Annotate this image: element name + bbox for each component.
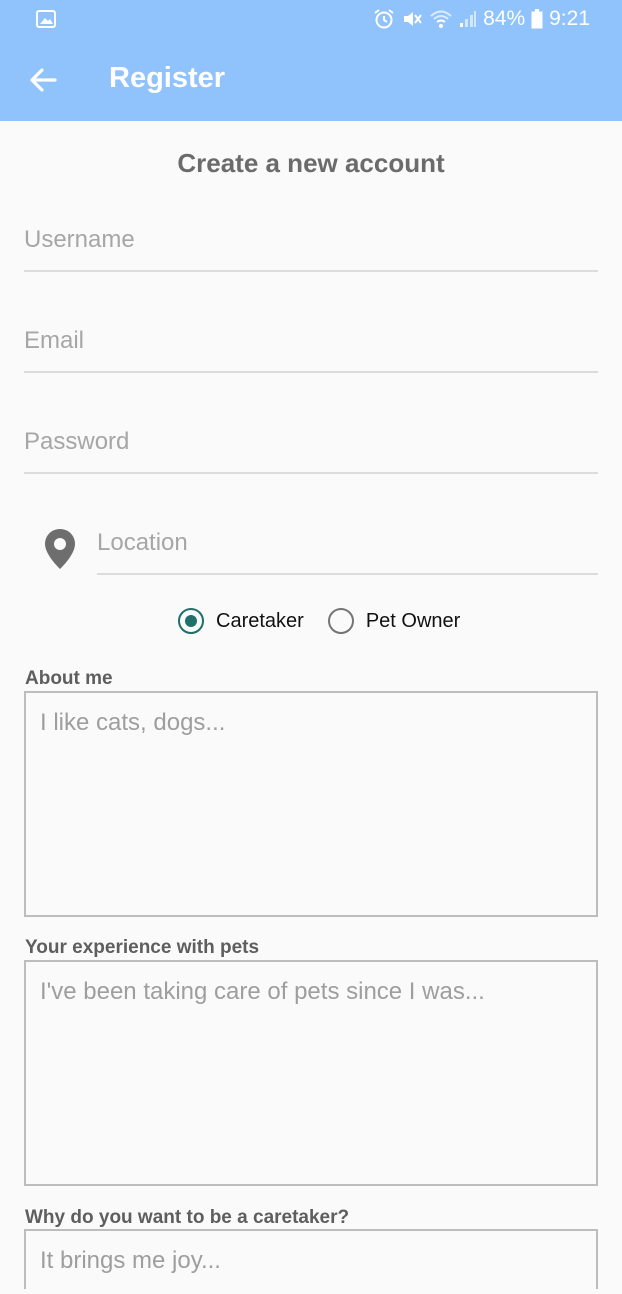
username-field — [24, 226, 598, 272]
app-bar: Register — [0, 38, 622, 121]
radio-checked-icon — [178, 608, 204, 634]
about-me-textarea[interactable] — [26, 693, 596, 915]
password-field — [24, 428, 598, 474]
wifi-icon — [429, 9, 453, 29]
pet-owner-label: Pet Owner — [365, 609, 461, 632]
caretaker-radio[interactable]: Caretaker — [178, 608, 304, 634]
location-input[interactable] — [97, 529, 598, 557]
why-caretaker-label: Why do you want to be a caretaker? — [25, 1207, 350, 1228]
page-title: Register — [109, 62, 226, 94]
pet-owner-radio[interactable]: Pet Owner — [327, 608, 461, 634]
location-pin-icon[interactable] — [43, 528, 77, 575]
mute-icon — [401, 8, 423, 30]
location-field — [97, 529, 598, 575]
clock: 9:21 — [549, 7, 590, 30]
experience-textarea[interactable] — [26, 962, 596, 1184]
battery-icon — [531, 9, 543, 29]
radio-unchecked-icon — [327, 608, 354, 634]
back-arrow-icon[interactable] — [28, 65, 58, 95]
form-heading: Create a new account — [177, 148, 445, 178]
alarm-icon — [373, 8, 395, 30]
email-field — [24, 327, 598, 373]
signal-icon — [459, 10, 477, 28]
caretaker-label: Caretaker — [216, 609, 304, 632]
gallery-icon — [36, 10, 56, 33]
experience-box — [24, 960, 598, 1186]
status-bar: 84% 9:21 — [0, 0, 622, 38]
battery-percent: 84% — [483, 7, 526, 30]
role-radio-group: Caretaker Pet Owner — [178, 608, 460, 634]
email-input[interactable] — [24, 327, 598, 355]
username-input[interactable] — [24, 226, 598, 254]
about-me-box — [24, 691, 598, 917]
why-caretaker-box — [24, 1229, 598, 1289]
experience-label: Your experience with pets — [25, 937, 260, 958]
why-caretaker-textarea[interactable] — [26, 1231, 596, 1289]
password-input[interactable] — [24, 428, 598, 456]
about-me-label: About me — [25, 668, 113, 689]
